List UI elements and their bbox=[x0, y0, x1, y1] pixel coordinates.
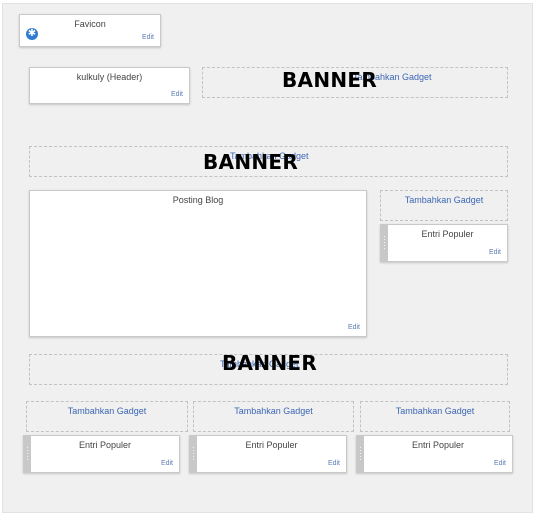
header-edit-link[interactable]: Edit bbox=[171, 91, 183, 99]
add-gadget-footer-3[interactable]: Tambahkan Gadget bbox=[360, 401, 510, 432]
add-gadget-footer-2[interactable]: Tambahkan Gadget bbox=[193, 401, 354, 432]
popular-posts-edit-link[interactable]: Edit bbox=[161, 460, 173, 468]
popular-posts-widget-footer-3[interactable]: Entri Populer Edit bbox=[356, 435, 513, 473]
popular-posts-edit-link[interactable]: Edit bbox=[489, 249, 501, 257]
add-gadget-link[interactable]: Tambahkan Gadget bbox=[361, 406, 509, 417]
add-gadget-link[interactable]: Tambahkan Gadget bbox=[194, 406, 353, 417]
drag-handle-icon[interactable] bbox=[381, 225, 388, 261]
popular-posts-edit-link[interactable]: Edit bbox=[328, 460, 340, 468]
popular-posts-widget-footer-2[interactable]: Entri Populer Edit bbox=[189, 435, 347, 473]
drag-handle-icon[interactable] bbox=[190, 436, 197, 472]
favicon-edit-link[interactable]: Edit bbox=[142, 34, 154, 42]
banner-label: BANNER bbox=[222, 351, 318, 375]
header-widget[interactable]: kulkuly (Header) Edit bbox=[29, 67, 190, 104]
favicon-widget[interactable]: ✱ Favicon Edit bbox=[19, 14, 161, 47]
add-gadget-link[interactable]: Tambahkan Gadget bbox=[381, 195, 507, 206]
popular-posts-title: Entri Populer bbox=[78, 440, 132, 450]
banner-label: BANNER bbox=[203, 150, 299, 174]
add-gadget-footer-1[interactable]: Tambahkan Gadget bbox=[26, 401, 188, 432]
drag-handle-icon[interactable] bbox=[24, 436, 31, 472]
popular-posts-widget-footer-1[interactable]: Entri Populer Edit bbox=[23, 435, 180, 473]
popular-posts-title: Entri Populer bbox=[411, 440, 465, 450]
blog-posts-widget[interactable]: Posting Blog Edit bbox=[29, 190, 367, 337]
popular-posts-title: Entri Populer bbox=[245, 440, 298, 450]
popular-posts-edit-link[interactable]: Edit bbox=[494, 460, 506, 468]
popular-posts-widget[interactable]: Entri Populer Edit bbox=[380, 224, 508, 262]
popular-posts-title: Entri Populer bbox=[421, 229, 474, 239]
add-gadget-link[interactable]: Tambahkan Gadget bbox=[27, 406, 187, 417]
banner-label: BANNER bbox=[282, 68, 378, 92]
blog-posts-title: Posting Blog bbox=[172, 195, 224, 205]
favicon-widget-title: Favicon bbox=[74, 19, 106, 29]
header-widget-title: kulkuly (Header) bbox=[76, 72, 143, 82]
add-gadget-sidebar[interactable]: Tambahkan Gadget bbox=[380, 190, 508, 221]
drag-handle-icon[interactable] bbox=[357, 436, 364, 472]
blog-posts-edit-link[interactable]: Edit bbox=[348, 324, 360, 332]
